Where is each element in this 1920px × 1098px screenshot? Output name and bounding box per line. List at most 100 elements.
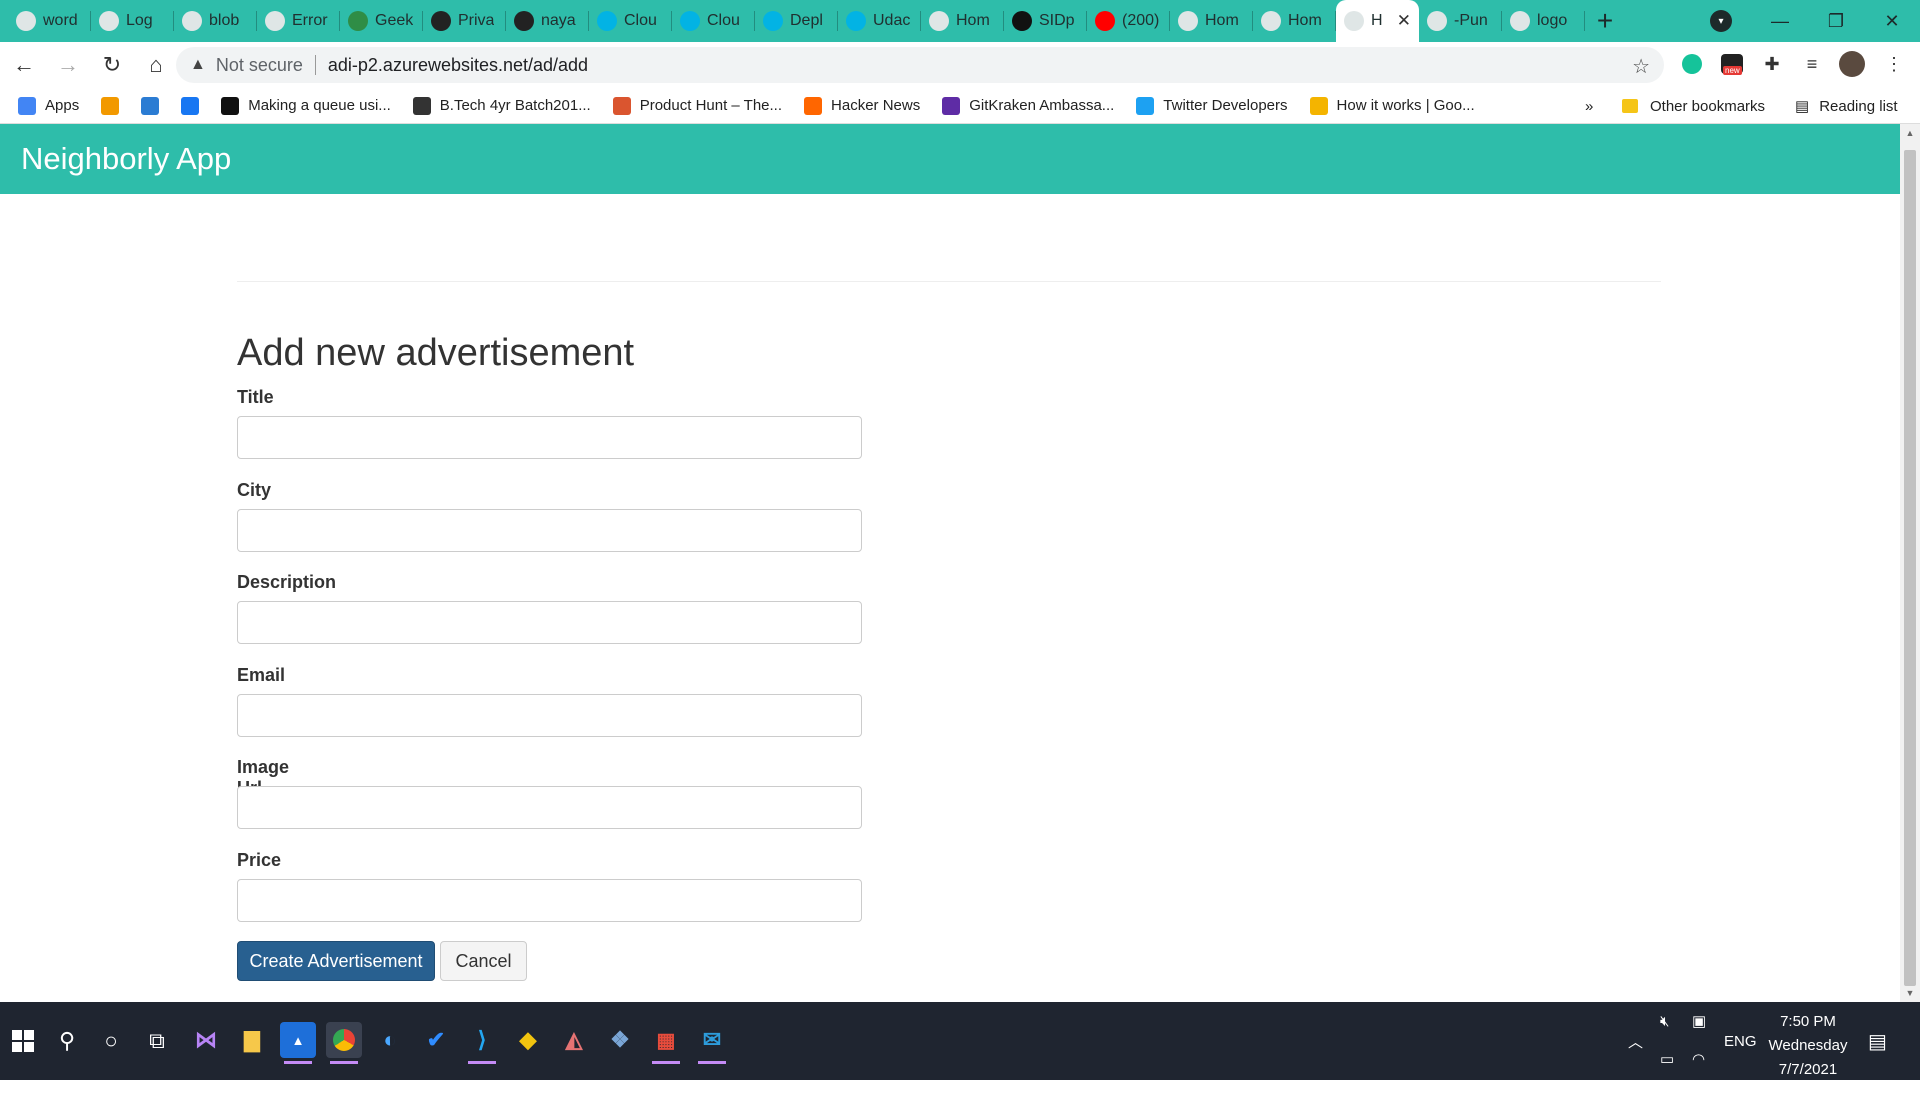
reload-icon[interactable]: ↻	[92, 45, 132, 85]
restore-icon[interactable]: ❐	[1808, 11, 1864, 32]
bookmark-item[interactable]	[141, 96, 160, 115]
tray-chevron-icon[interactable]: ︿	[1628, 1002, 1643, 1080]
scroll-down-icon[interactable]: ▼	[1900, 984, 1920, 1002]
title-input[interactable]	[237, 416, 862, 459]
brand-link[interactable]: Neighborly App	[21, 141, 231, 177]
vscode-icon[interactable]: ⟩	[464, 1022, 500, 1064]
tab[interactable]: blob	[174, 0, 257, 42]
email-input[interactable]	[237, 694, 862, 737]
bookmark-item[interactable]: Product Hunt – The...	[612, 96, 782, 115]
cortana-icon[interactable]: ○	[96, 1026, 126, 1056]
windows-start-icon[interactable]	[8, 1026, 38, 1056]
tab[interactable]: logo	[1502, 0, 1585, 42]
chrome-icon[interactable]	[326, 1022, 362, 1064]
scroll-thumb[interactable]	[1904, 150, 1916, 986]
extension-new-icon[interactable]: new	[1718, 50, 1746, 78]
bookmark-item[interactable]	[101, 96, 120, 115]
file-explorer-icon[interactable]: ▇	[234, 1022, 270, 1058]
winrar-icon[interactable]: ▦	[648, 1022, 684, 1064]
profile-avatar[interactable]	[1838, 50, 1866, 78]
page-scrollbar[interactable]: ▲ ▼	[1900, 124, 1920, 1002]
price-input[interactable]	[237, 879, 862, 922]
cancel-button[interactable]: Cancel	[440, 941, 527, 981]
grammarly-icon[interactable]	[1678, 50, 1706, 78]
media-queue-icon[interactable]: ≡	[1798, 50, 1826, 78]
tab[interactable]: naya	[506, 0, 589, 42]
home-icon[interactable]: ⌂	[136, 45, 176, 85]
udacity-icon	[680, 11, 700, 31]
search-icon[interactable]: ⚲	[52, 1026, 82, 1056]
minimize-icon[interactable]: —	[1752, 11, 1808, 32]
azure-storage-icon[interactable]: ▲	[280, 1022, 316, 1064]
postgres-icon[interactable]: ❖	[602, 1022, 638, 1058]
tab-strip: word Log blob Error Geek Priva naya Clou Clou Dep…	[0, 0, 1920, 42]
tab[interactable]: Clou	[589, 0, 672, 42]
scroll-up-icon[interactable]: ▲	[1900, 124, 1920, 142]
clock-date: 7/7/2021	[1778, 1061, 1838, 1078]
tab[interactable]: Hom	[1170, 0, 1253, 42]
image-url-input[interactable]	[237, 786, 862, 829]
tab-title: Udac	[873, 12, 911, 29]
w-icon	[141, 96, 160, 115]
tab[interactable]: Error	[257, 0, 340, 42]
tab-title: word	[43, 12, 78, 29]
clock[interactable]: 7:50 PM Wednesday 7/7/2021	[1760, 1010, 1856, 1082]
close-window-icon[interactable]: ✕	[1864, 11, 1920, 32]
mysql-icon[interactable]: ◭	[556, 1022, 592, 1058]
tab-title: Clou	[707, 12, 740, 29]
tab-title: Clou	[624, 12, 657, 29]
bookmark-star-icon[interactable]: ☆	[1632, 54, 1650, 79]
bookmark-item[interactable]: Making a queue usi...	[221, 96, 391, 115]
wifi-icon[interactable]: ◠	[1692, 1020, 1705, 1098]
city-input[interactable]	[237, 509, 862, 552]
security-label[interactable]: Not secure	[216, 55, 303, 76]
bookmark-item[interactable]: Hacker News	[804, 96, 920, 115]
puzzle-icon[interactable]: ✚	[1758, 50, 1786, 78]
tab[interactable]: Depl	[755, 0, 838, 42]
bookmark-item[interactable]: B.Tech 4yr Batch201...	[412, 96, 591, 115]
language-indicator[interactable]: ENG	[1724, 1002, 1757, 1080]
forward-icon[interactable]: →	[48, 45, 88, 85]
tab-title: Error	[292, 12, 328, 29]
tab-active[interactable]: H ✕	[1336, 0, 1419, 42]
bookmark-item[interactable]: Apps	[18, 96, 79, 115]
battery-icon[interactable]: ▭	[1660, 1020, 1674, 1098]
bookmark-item[interactable]	[181, 96, 200, 115]
other-bookmarks-folder[interactable]: Other bookmarks	[1622, 88, 1765, 124]
tab[interactable]: -Pun	[1419, 0, 1502, 42]
git-icon[interactable]: ◆	[510, 1022, 546, 1058]
address-bar[interactable]: ▲ Not secure adi-p2.azurewebsites.net/ad…	[176, 47, 1664, 83]
tab[interactable]: Geek	[340, 0, 423, 42]
tab-title: blob	[209, 12, 240, 29]
bookmark-item[interactable]: GitKraken Ambassa...	[942, 96, 1114, 115]
url-text[interactable]: adi-p2.azurewebsites.net/ad/add	[328, 55, 588, 76]
bookmark-item[interactable]: How it works | Goo...	[1309, 96, 1475, 115]
mail-icon[interactable]: ✉	[694, 1022, 730, 1064]
menu-icon[interactable]: ⋮	[1880, 50, 1908, 78]
tab[interactable]: (200)	[1087, 0, 1170, 42]
description-input[interactable]	[237, 601, 862, 644]
tab-close-icon[interactable]: ✕	[1397, 11, 1411, 31]
folder-icon	[1622, 99, 1638, 113]
tab[interactable]: word	[8, 0, 91, 42]
create-advertisement-button[interactable]: Create Advertisement	[237, 941, 435, 981]
notifications-icon[interactable]: ▤	[1868, 1002, 1887, 1080]
task-view-icon[interactable]: ⧉	[142, 1026, 172, 1056]
tab[interactable]: Clou	[672, 0, 755, 42]
todo-icon[interactable]: ✔	[418, 1022, 454, 1058]
bookmark-item[interactable]: Twitter Developers	[1136, 96, 1288, 115]
tab[interactable]: SIDp	[1004, 0, 1087, 42]
new-tab-button[interactable]: +	[1585, 0, 1625, 42]
reading-list-button[interactable]: ▤ Reading list	[1795, 88, 1898, 124]
visual-studio-icon[interactable]: ⋈	[188, 1022, 224, 1058]
tab[interactable]: Hom	[1253, 0, 1336, 42]
tab[interactable]: Hom	[921, 0, 1004, 42]
edge-icon[interactable]: ◐	[372, 1022, 408, 1058]
tab[interactable]: Priva	[423, 0, 506, 42]
tab[interactable]: Udac	[838, 0, 921, 42]
tab-search-icon[interactable]: ▾	[1710, 10, 1732, 32]
back-icon[interactable]: ←	[4, 45, 44, 85]
bookmarks-overflow-button[interactable]: »	[1585, 88, 1593, 124]
warning-icon[interactable]: ▲	[190, 56, 206, 74]
tab[interactable]: Log	[91, 0, 174, 42]
